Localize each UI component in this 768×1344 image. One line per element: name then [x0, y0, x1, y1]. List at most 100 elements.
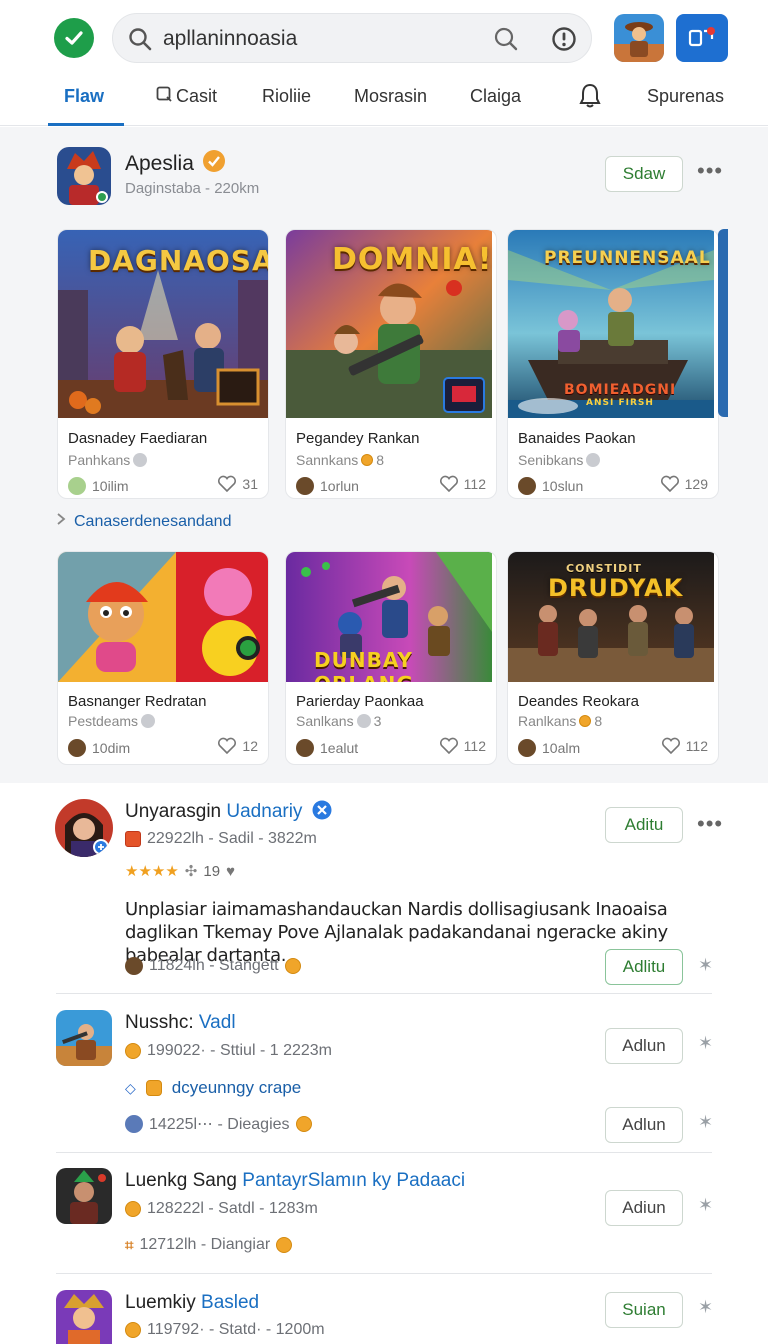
publisher-name-label: Apeslia: [125, 152, 194, 175]
card-meta-text: 10ilim: [92, 478, 129, 494]
card-meta-text: 10alm: [542, 740, 581, 756]
post-footer-meta: ⌗ 12712lh - Diangiar: [125, 1236, 293, 1254]
card-subtitle-count: 8: [376, 452, 385, 468]
tab-claiga[interactable]: Claiga: [470, 86, 521, 107]
more-options-icon[interactable]: •••: [697, 160, 723, 182]
bell-icon[interactable]: [579, 83, 601, 109]
alert-icon[interactable]: [551, 26, 577, 57]
author-name: Unyarasgin: [125, 801, 227, 822]
artwork-caption: BOMIEADGNI: [564, 382, 677, 398]
star-icon[interactable]: ✶: [698, 1033, 713, 1054]
creator-avatar-icon: [68, 739, 86, 757]
like-count: 129: [684, 476, 708, 492]
artwork-title: DUNBAY ORLANG: [314, 648, 413, 682]
like-button[interactable]: 112: [661, 737, 708, 755]
post-author[interactable]: Unyarasgin Uadnariy: [125, 800, 332, 826]
star-icon[interactable]: ✶: [698, 1112, 713, 1133]
card-subtitle-text: Sannkans: [296, 452, 359, 468]
add-button[interactable]: Suian: [605, 1292, 683, 1328]
level-icon: ⌗: [125, 1236, 134, 1254]
author-handle: Vadl: [198, 1012, 236, 1033]
game-card[interactable]: PREUNNENSAAL BOMIEADGNI ANSI FIRSH Banai…: [507, 229, 719, 499]
artwork-title: PREUNNENSAAL: [544, 248, 711, 268]
card-subtitle: Pestdeams: [68, 713, 156, 729]
card-subtitle-text: Panhkans: [68, 452, 131, 468]
next-card-peek[interactable]: [718, 229, 728, 417]
publisher-avatar[interactable]: [57, 147, 111, 205]
square-icon: [156, 86, 172, 107]
add-button[interactable]: Adlun: [605, 1107, 683, 1143]
card-title: Deandes Reokara: [518, 693, 639, 710]
share-app-icon[interactable]: [676, 14, 728, 62]
post-meta: 22922lh - Sadil - 3822m: [125, 830, 317, 848]
user-avatar[interactable]: [56, 1168, 112, 1224]
coin-icon: [125, 1201, 141, 1217]
game-artwork: DAGNAOSA: [58, 230, 268, 418]
post-author[interactable]: Luenkg Sang PantayrSlamın ky Padaaci: [125, 1170, 465, 1192]
card-meta: 10alm: [518, 739, 580, 757]
star-icon[interactable]: ✶: [698, 1195, 713, 1216]
game-card[interactable]: DAGNAOSA Dasnadey Faediaran Panhkans 10i…: [57, 229, 269, 499]
status-icon: [586, 453, 601, 467]
verified-check-icon[interactable]: [54, 18, 94, 58]
divider: [56, 1152, 712, 1153]
like-button[interactable]: 129: [660, 475, 708, 493]
diamond-icon: ◇: [125, 1079, 136, 1096]
game-card[interactable]: Basnanger Redratan Pestdeams 10dim 12: [57, 551, 269, 765]
add-button[interactable]: Adlitu: [605, 949, 683, 985]
search-submit-icon[interactable]: [493, 26, 519, 57]
top-bar: Flaw Casit Rioliie Mosrasin Claiga Spure…: [0, 0, 768, 126]
more-options-icon[interactable]: •••: [697, 813, 723, 835]
add-button[interactable]: Adiun: [605, 1190, 683, 1226]
status-icon: [356, 714, 371, 728]
coin-icon: [361, 454, 374, 466]
post-author[interactable]: Nusshc: Vadl: [125, 1012, 236, 1034]
game-tag[interactable]: ◇ dcyeunngy crape: [125, 1078, 301, 1098]
user-avatar[interactable]: [56, 1010, 112, 1066]
game-card[interactable]: CONSTIDIT DRUDYAK Deandes Reokara Ranlka…: [507, 551, 719, 765]
post-meta: 119792· - Statd· - 1200m: [125, 1321, 325, 1339]
post-meta: 128222l - Satdl - 1283m: [125, 1200, 318, 1218]
post-footer-meta: 14225l⋯ - Dieagies: [125, 1114, 312, 1134]
see-more-link[interactable]: Canaserdenesandand: [56, 512, 231, 531]
search-bar[interactable]: [112, 13, 592, 63]
add-button[interactable]: Aditu: [605, 807, 683, 843]
game-card[interactable]: DOMNIA! Pegandey Rankan Sannkans 8 1orlun…: [285, 229, 497, 499]
tab-bar: Flaw Casit Rioliie Mosrasin Claiga Spure…: [0, 72, 768, 126]
post-meta-text: 128222l - Satdl - 1283m: [147, 1200, 318, 1217]
tab-label: Claiga: [470, 86, 522, 106]
like-button[interactable]: 12: [217, 737, 258, 755]
author-name: Luemkiy: [125, 1292, 202, 1313]
like-count: 112: [463, 476, 486, 492]
add-button[interactable]: Adlun: [605, 1028, 683, 1064]
card-subtitle: Sannkans 8: [296, 452, 384, 468]
follow-button[interactable]: Sdaw: [605, 156, 683, 192]
user-avatar[interactable]: [56, 1290, 112, 1344]
user-avatar[interactable]: [55, 799, 113, 857]
like-button[interactable]: 112: [439, 475, 486, 493]
author-name: Luenkg Sang: [125, 1170, 243, 1191]
coin-icon: [579, 715, 592, 727]
card-subtitle-text: Sanlkans: [296, 713, 354, 729]
creator-avatar-icon: [68, 477, 86, 495]
card-meta-text: 1orlun: [320, 478, 359, 494]
star-icon[interactable]: ✶: [698, 1297, 713, 1318]
card-subtitle: Senibkans: [518, 452, 601, 468]
publisher-name[interactable]: Apeslia: [125, 149, 226, 179]
tab-rioliie[interactable]: Rioliie: [262, 86, 311, 107]
game-card[interactable]: DUNBAY ORLANG Parierday Paonkaa Sanlkans…: [285, 551, 497, 765]
post-footer-text: 12712lh - Diangiar: [139, 1236, 271, 1253]
tab-spurenas[interactable]: Spurenas: [647, 86, 724, 107]
tab-flaw[interactable]: Flaw: [64, 86, 104, 107]
post-author[interactable]: Luemkiy Basled: [125, 1292, 259, 1314]
emoji-icon: [284, 958, 301, 974]
artwork-title: DRUDYAK: [548, 574, 684, 602]
star-icon[interactable]: ✶: [698, 955, 713, 976]
search-input[interactable]: [163, 23, 483, 55]
tab-mosrasin[interactable]: Mosrasin: [354, 86, 427, 107]
tab-casit[interactable]: Casit: [156, 86, 217, 107]
creator-avatar-icon: [296, 739, 314, 757]
like-button[interactable]: 112: [439, 737, 486, 755]
game-avatar-icon[interactable]: [614, 14, 664, 62]
like-button[interactable]: 31: [217, 475, 258, 493]
